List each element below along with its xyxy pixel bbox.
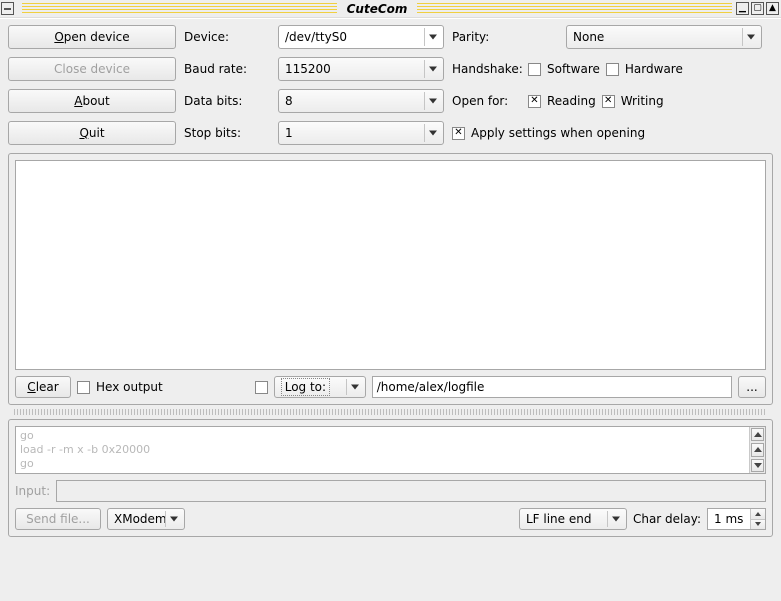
- databits-combo[interactable]: 8: [278, 89, 444, 113]
- input-label: Input:: [15, 484, 50, 498]
- scroll-down-icon[interactable]: [751, 459, 764, 472]
- titlebar: CuteCom ▁ ▢ ▲: [0, 0, 781, 18]
- open-device-button[interactable]: Open device: [8, 25, 176, 49]
- lineend-combo[interactable]: LF line end: [519, 508, 627, 530]
- window-title: CuteCom: [341, 2, 414, 16]
- baud-label: Baud rate:: [184, 62, 270, 76]
- maximize-button[interactable]: ▢: [751, 2, 764, 15]
- window-menu-icon[interactable]: [1, 2, 14, 15]
- scroll-up2-icon[interactable]: [751, 443, 764, 456]
- shade-button[interactable]: ▲: [766, 2, 779, 15]
- apply-checkbox[interactable]: [452, 127, 465, 140]
- databits-label: Data bits:: [184, 94, 270, 108]
- settings-grid: Open device Device: /dev/ttyS0 Parity: N…: [8, 25, 773, 145]
- logpath-input[interactable]: /home/alex/logfile: [372, 376, 732, 398]
- device-combo[interactable]: /dev/ttyS0: [278, 25, 444, 49]
- baud-value: 115200: [285, 62, 331, 76]
- stopbits-label: Stop bits:: [184, 126, 270, 140]
- hardware-label: Hardware: [625, 62, 683, 76]
- history-item[interactable]: go: [20, 429, 761, 443]
- logto-label: Log to:: [281, 378, 330, 396]
- chardelay-value: 1 ms: [708, 509, 750, 529]
- output-panel: Clear Hex output Log to: /home/alex/logf…: [8, 153, 773, 405]
- splitter-handle[interactable]: [14, 409, 767, 415]
- quit-button[interactable]: Quit: [8, 121, 176, 145]
- chardelay-label: Char delay:: [633, 512, 701, 526]
- openfor-label: Open for:: [452, 94, 522, 108]
- stopbits-value: 1: [285, 126, 293, 140]
- input-panel: go load -r -m x -b 0x20000 go Input: Sen…: [8, 419, 773, 537]
- parity-combo[interactable]: None: [566, 25, 762, 49]
- history-item[interactable]: load -r -m x -b 0x20000: [20, 443, 761, 457]
- history-item[interactable]: go: [20, 457, 761, 471]
- protocol-combo[interactable]: XModem: [107, 508, 185, 530]
- parity-value: None: [573, 30, 604, 44]
- apply-label: Apply settings when opening: [471, 126, 645, 140]
- reading-label: Reading: [547, 94, 596, 108]
- output-textarea[interactable]: [15, 160, 766, 370]
- logpath-value: /home/alex/logfile: [377, 380, 485, 394]
- spin-up-icon[interactable]: [751, 509, 765, 519]
- handshake-label: Handshake:: [452, 62, 522, 76]
- spin-down-icon[interactable]: [751, 519, 765, 530]
- databits-value: 8: [285, 94, 293, 108]
- input-field: [56, 480, 766, 502]
- writing-checkbox[interactable]: [602, 95, 615, 108]
- title-stripe-left: [22, 3, 337, 15]
- device-label: Device:: [184, 30, 270, 44]
- lineend-value: LF line end: [526, 512, 591, 526]
- minimize-button[interactable]: ▁: [736, 2, 749, 15]
- sendfile-button: Send file...: [15, 508, 101, 530]
- parity-label: Parity:: [452, 30, 522, 44]
- history-list[interactable]: go load -r -m x -b 0x20000 go: [15, 426, 766, 474]
- clear-button[interactable]: Clear: [15, 376, 71, 398]
- software-checkbox[interactable]: [528, 63, 541, 76]
- baud-combo[interactable]: 115200: [278, 57, 444, 81]
- hexout-label: Hex output: [96, 380, 163, 394]
- device-value: /dev/ttyS0: [285, 30, 347, 44]
- software-label: Software: [547, 62, 600, 76]
- chardelay-spinner[interactable]: 1 ms: [707, 508, 766, 530]
- stopbits-combo[interactable]: 1: [278, 121, 444, 145]
- logto-combo[interactable]: Log to:: [274, 376, 366, 398]
- protocol-value: XModem: [114, 512, 167, 526]
- history-scrollbar[interactable]: [749, 427, 765, 473]
- about-button[interactable]: About: [8, 89, 176, 113]
- scroll-up-icon[interactable]: [751, 428, 764, 441]
- title-stripe-right: [417, 3, 732, 15]
- log-checkbox[interactable]: [255, 381, 268, 394]
- hexout-checkbox[interactable]: [77, 381, 90, 394]
- hardware-checkbox[interactable]: [606, 63, 619, 76]
- writing-label: Writing: [621, 94, 664, 108]
- reading-checkbox[interactable]: [528, 95, 541, 108]
- close-device-button: Close device: [8, 57, 176, 81]
- browse-button[interactable]: ...: [738, 376, 766, 398]
